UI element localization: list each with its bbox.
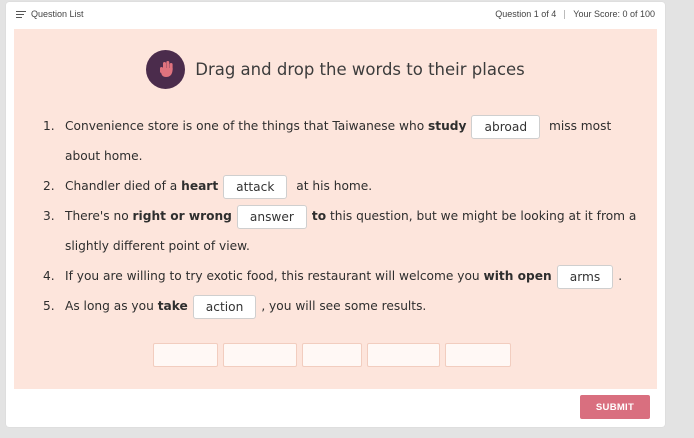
submit-button[interactable]: SUBMIT (580, 395, 650, 419)
question-counter: Question 1 of 4 (495, 9, 557, 19)
question-item: 1. Convenience store is one of the thing… (34, 111, 644, 171)
answer-chip-abroad[interactable]: abroad (471, 114, 541, 139)
score-text: Your Score: 0 of 100 (573, 9, 655, 19)
word-bank-slot[interactable] (367, 343, 440, 367)
question-list-label: Question List (31, 9, 84, 19)
question-item: 3. There's no right or wrong answer to thi… (34, 201, 644, 261)
question-item: 5. As long as you take action, you will s… (34, 291, 644, 321)
question-panel: Drag and drop the words to their places … (14, 29, 657, 389)
answer-chip-answer[interactable]: answer (236, 204, 307, 229)
question-list-button[interactable]: Question List (16, 9, 84, 19)
divider (564, 9, 566, 19)
answer-chip-attack[interactable]: attack (223, 174, 288, 199)
answer-chip-arms[interactable]: arms (556, 264, 614, 289)
word-bank-slot[interactable] (445, 343, 511, 367)
question-list: 1. Convenience store is one of the thing… (34, 111, 644, 321)
top-bar: Question List Question 1 of 4 Your Score… (6, 2, 665, 26)
list-icon (16, 10, 26, 18)
word-bank-slot[interactable] (302, 343, 362, 367)
word-bank-slot[interactable] (223, 343, 297, 367)
word-bank (153, 343, 511, 367)
quiz-card: Question List Question 1 of 4 Your Score… (6, 2, 665, 427)
question-item: 4. If you are willing to try exotic food… (34, 261, 644, 291)
instruction-header: Drag and drop the words to their places (14, 49, 657, 89)
instruction-title: Drag and drop the words to their places (195, 59, 525, 79)
question-item: 2. Chandler died of a heart attack at his… (34, 171, 644, 201)
quiz-status: Question 1 of 4 Your Score: 0 of 100 (495, 9, 655, 19)
word-bank-slot[interactable] (153, 343, 218, 367)
answer-chip-action[interactable]: action (192, 294, 257, 319)
drag-hand-icon (146, 49, 186, 89)
